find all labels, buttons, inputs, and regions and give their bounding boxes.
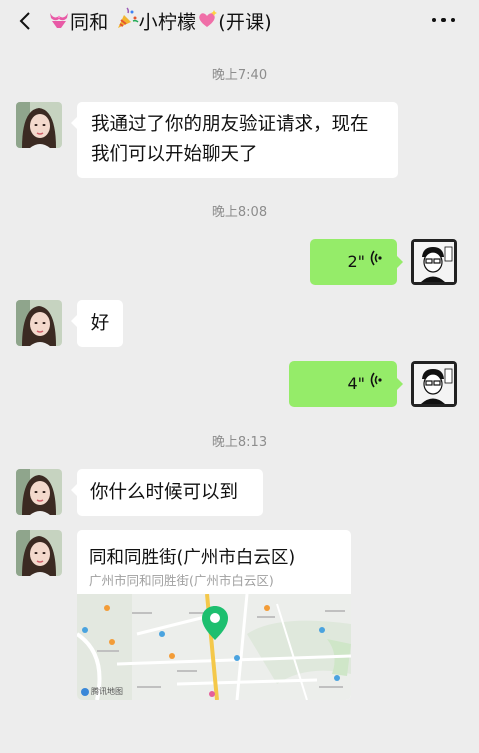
voice-wave-icon — [369, 369, 383, 399]
location-map[interactable]: 腾讯地图 — [77, 593, 351, 700]
message-bubble-3[interactable]: 你什么时候可以到 — [71, 469, 263, 516]
message-text: 我通过了你的朋友验证请求，现在我们可以开始聊天了 — [91, 114, 369, 165]
timestamp: 晚上7:40 — [211, 68, 268, 83]
message-text: 你什么时候可以到 — [90, 482, 239, 503]
sparkling-heart-icon — [196, 8, 218, 38]
title-name2: 小柠檬 — [138, 11, 197, 34]
bikini-icon — [48, 8, 70, 38]
voice-message-2[interactable]: 4" — [289, 361, 403, 407]
contact-avatar[interactable] — [16, 469, 62, 515]
tencent-map-logo-icon — [81, 687, 89, 696]
contact-avatar[interactable] — [16, 102, 62, 148]
title-suffix: (开课) — [218, 11, 272, 34]
self-avatar[interactable] — [411, 239, 457, 285]
message-bubble-1[interactable]: 我通过了你的朋友验证请求，现在我们可以开始聊天了 — [71, 102, 398, 178]
contact-avatar[interactable] — [16, 530, 62, 576]
self-avatar[interactable] — [411, 361, 457, 407]
message-text: 好 — [90, 313, 110, 334]
location-message[interactable]: 同和同胜街(广州市白云区) 广州市同和同胜街(广州市白云区) 腾讯地图 — [77, 530, 351, 700]
timestamp: 晚上8:08 — [211, 205, 268, 220]
chat-title: 同和 小柠檬 (开课) — [48, 7, 272, 35]
map-watermark-text: 腾讯地图 — [91, 687, 123, 696]
voice-message-1[interactable]: 2" — [310, 239, 403, 285]
more-dots-icon — [431, 17, 436, 23]
voice-wave-icon — [369, 247, 383, 277]
voice-duration: 2" — [347, 252, 365, 271]
voice-duration: 4" — [347, 374, 365, 393]
timestamp: 晚上8:13 — [211, 435, 268, 450]
more-options-button[interactable] — [415, 8, 455, 32]
title-name1: 同和 — [70, 11, 109, 34]
party-popper-icon — [115, 7, 139, 39]
location-name: 同和同胜街(广州市白云区) — [89, 548, 296, 568]
message-bubble-2[interactable]: 好 — [71, 300, 123, 347]
location-address: 广州市同和同胜街(广州市白云区) — [89, 573, 274, 588]
map-watermark: 腾讯地图 — [81, 686, 123, 697]
back-arrow-icon[interactable] — [14, 10, 36, 32]
contact-avatar[interactable] — [16, 300, 62, 346]
chat-header: 同和 小柠檬 (开课) — [0, 0, 479, 40]
